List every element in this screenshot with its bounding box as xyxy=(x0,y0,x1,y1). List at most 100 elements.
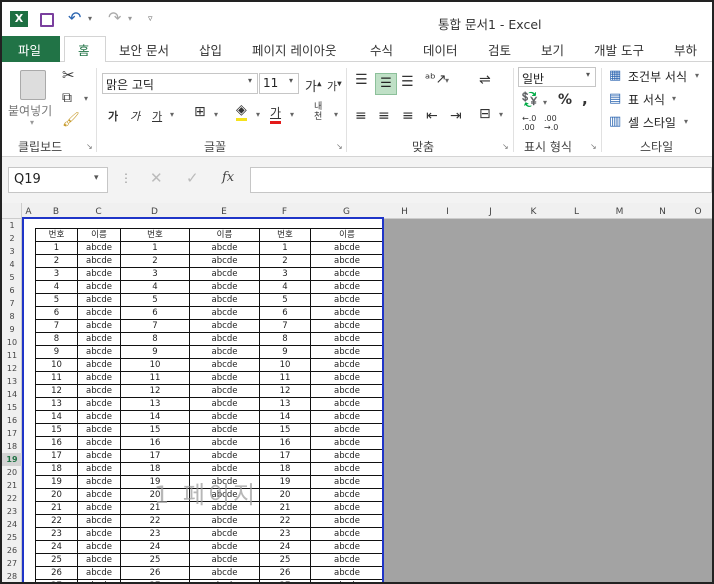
comma-style-icon[interactable]: , xyxy=(582,90,588,108)
font-launcher-icon[interactable]: ↘ xyxy=(336,142,343,151)
number-format-dropdown-icon[interactable]: ▾ xyxy=(586,70,590,79)
decrease-decimal-icon[interactable]: .00 →.0 xyxy=(544,114,558,132)
format-as-table-dropdown-icon[interactable]: ▾ xyxy=(672,94,676,103)
tab-protect[interactable]: 보안 문서 xyxy=(119,40,169,59)
worksheet-grid[interactable]: A B C D E F G H I J K L M N O 1234567891… xyxy=(2,203,712,582)
row-header-6[interactable]: 6 xyxy=(2,284,22,297)
format-painter-icon[interactable]: 🖌 xyxy=(62,112,80,128)
tab-insert[interactable]: 삽입 xyxy=(199,40,222,59)
row-header-11[interactable]: 11 xyxy=(2,349,22,362)
phonetic-dropdown-icon[interactable]: ▾ xyxy=(334,110,338,119)
cut-icon[interactable]: ✂ xyxy=(62,66,75,84)
decrease-font-size-icon[interactable]: 가▼ xyxy=(327,78,342,94)
underline-dropdown-icon[interactable]: ▾ xyxy=(170,110,174,119)
align-top-icon[interactable]: ☰ xyxy=(355,72,368,88)
conditional-formatting-icon[interactable]: ▦ xyxy=(609,68,621,83)
row-header-13[interactable]: 13 xyxy=(2,375,22,388)
align-right-icon[interactable]: ≡ xyxy=(402,108,414,124)
row-header-5[interactable]: 5 xyxy=(2,271,22,284)
italic-icon[interactable]: 가 xyxy=(130,108,140,124)
conditional-formatting-button[interactable]: 조건부 서식 xyxy=(628,68,687,85)
row-header-7[interactable]: 7 xyxy=(2,297,22,310)
font-color-dropdown-icon[interactable]: ▾ xyxy=(290,110,294,119)
row-header-24[interactable]: 24 xyxy=(2,518,22,531)
paste-dropdown-icon[interactable]: ▾ xyxy=(30,118,34,127)
wrap-text-icon[interactable]: ⇌ xyxy=(479,72,491,88)
save-icon[interactable] xyxy=(40,13,54,27)
decrease-indent-icon[interactable]: ⇤ xyxy=(426,108,438,124)
name-box-dropdown-icon[interactable]: ▾ xyxy=(94,173,99,183)
align-middle-icon[interactable]: ☰ xyxy=(375,73,397,95)
conditional-formatting-dropdown-icon[interactable]: ▾ xyxy=(695,71,699,80)
row-header-27[interactable]: 27 xyxy=(2,557,22,570)
row-header-28[interactable]: 28 xyxy=(2,570,22,582)
column-header-l[interactable]: L xyxy=(555,205,598,219)
row-header-1[interactable]: 1 xyxy=(2,219,22,232)
cancel-entry-icon[interactable]: ✕ xyxy=(150,169,163,187)
row-header-14[interactable]: 14 xyxy=(2,388,22,401)
insert-function-icon[interactable]: fx xyxy=(222,170,234,185)
accounting-format-icon[interactable]: 💱 xyxy=(521,92,538,108)
row-header-9[interactable]: 9 xyxy=(2,323,22,336)
undo-icon[interactable]: ↶ xyxy=(68,8,81,27)
format-as-table-icon[interactable]: ▤ xyxy=(609,91,621,106)
row-header-21[interactable]: 21 xyxy=(2,479,22,492)
number-launcher-icon[interactable]: ↘ xyxy=(590,142,597,151)
increase-font-size-icon[interactable]: 가▲ xyxy=(305,76,322,95)
font-name-dropdown-icon[interactable]: ▾ xyxy=(248,76,252,85)
font-size-dropdown-icon[interactable]: ▾ xyxy=(289,76,293,85)
redo-icon[interactable]: ↷ xyxy=(108,8,121,27)
fill-color-dropdown-icon[interactable]: ▾ xyxy=(256,110,260,119)
customize-quick-access-icon[interactable]: ▿ xyxy=(148,14,153,24)
row-header-2[interactable]: 2 xyxy=(2,232,22,245)
tab-home-label[interactable]: 홈 xyxy=(78,40,90,59)
redo-dropdown-icon[interactable]: ▾ xyxy=(128,14,132,23)
row-header-12[interactable]: 12 xyxy=(2,362,22,375)
column-header-i[interactable]: I xyxy=(426,205,469,219)
underline-icon[interactable]: 가 xyxy=(152,108,162,124)
phonetic-icon[interactable]: 내천 xyxy=(314,102,322,122)
column-header-k[interactable]: K xyxy=(512,205,555,219)
cell-styles-button[interactable]: 셀 스타일 xyxy=(628,114,676,131)
column-header-o[interactable]: O xyxy=(684,205,712,219)
orientation-dropdown-icon[interactable]: ▾ xyxy=(445,76,449,85)
align-left-icon[interactable]: ≡ xyxy=(355,108,367,124)
row-header-18[interactable]: 18 xyxy=(2,440,22,453)
orientation-icon[interactable]: ᵃᵇ↗ xyxy=(425,72,447,87)
row-header-22[interactable]: 22 xyxy=(2,492,22,505)
bold-icon[interactable]: 가 xyxy=(108,108,118,124)
format-as-table-button[interactable]: 표 서식 xyxy=(628,91,665,108)
accounting-dropdown-icon[interactable]: ▾ xyxy=(543,98,547,107)
row-header-3[interactable]: 3 xyxy=(2,245,22,258)
paste-button-label[interactable]: 붙여넣기 xyxy=(8,102,52,119)
percent-style-icon[interactable]: % xyxy=(558,92,572,108)
row-header-10[interactable]: 10 xyxy=(2,336,22,349)
row-header-16[interactable]: 16 xyxy=(2,414,22,427)
undo-dropdown-icon[interactable]: ▾ xyxy=(88,14,92,23)
clipboard-launcher-icon[interactable]: ↘ xyxy=(86,142,93,151)
row-header-19[interactable]: 19 xyxy=(2,453,22,466)
row-header-26[interactable]: 26 xyxy=(2,544,22,557)
non-print-area[interactable] xyxy=(384,219,712,582)
tab-data[interactable]: 데이터 xyxy=(423,40,458,59)
tab-page-layout[interactable]: 페이지 레이아웃 xyxy=(252,40,336,59)
column-header-m[interactable]: M xyxy=(598,205,641,219)
align-bottom-icon[interactable]: ☰ xyxy=(401,74,414,90)
tab-view[interactable]: 보기 xyxy=(541,40,564,59)
cell-styles-dropdown-icon[interactable]: ▾ xyxy=(684,117,688,126)
formula-input[interactable] xyxy=(250,167,712,193)
alignment-launcher-icon[interactable]: ↘ xyxy=(502,142,509,151)
paste-icon[interactable] xyxy=(20,70,46,100)
row-header-4[interactable]: 4 xyxy=(2,258,22,271)
increase-indent-icon[interactable]: ⇥ xyxy=(450,108,462,124)
formula-bar-grip-icon[interactable]: ⋮ xyxy=(120,171,132,185)
tab-developer[interactable]: 개발 도구 xyxy=(594,40,644,59)
merge-dropdown-icon[interactable]: ▾ xyxy=(499,110,503,119)
row-header-8[interactable]: 8 xyxy=(2,310,22,323)
border-dropdown-icon[interactable]: ▾ xyxy=(214,110,218,119)
increase-decimal-icon[interactable]: ←.0.00 xyxy=(522,114,536,132)
border-icon[interactable]: ⊞ xyxy=(194,104,206,120)
select-all-corner[interactable] xyxy=(2,203,22,219)
copy-dropdown-icon[interactable]: ▾ xyxy=(84,94,88,103)
column-header-h[interactable]: H xyxy=(383,205,426,219)
